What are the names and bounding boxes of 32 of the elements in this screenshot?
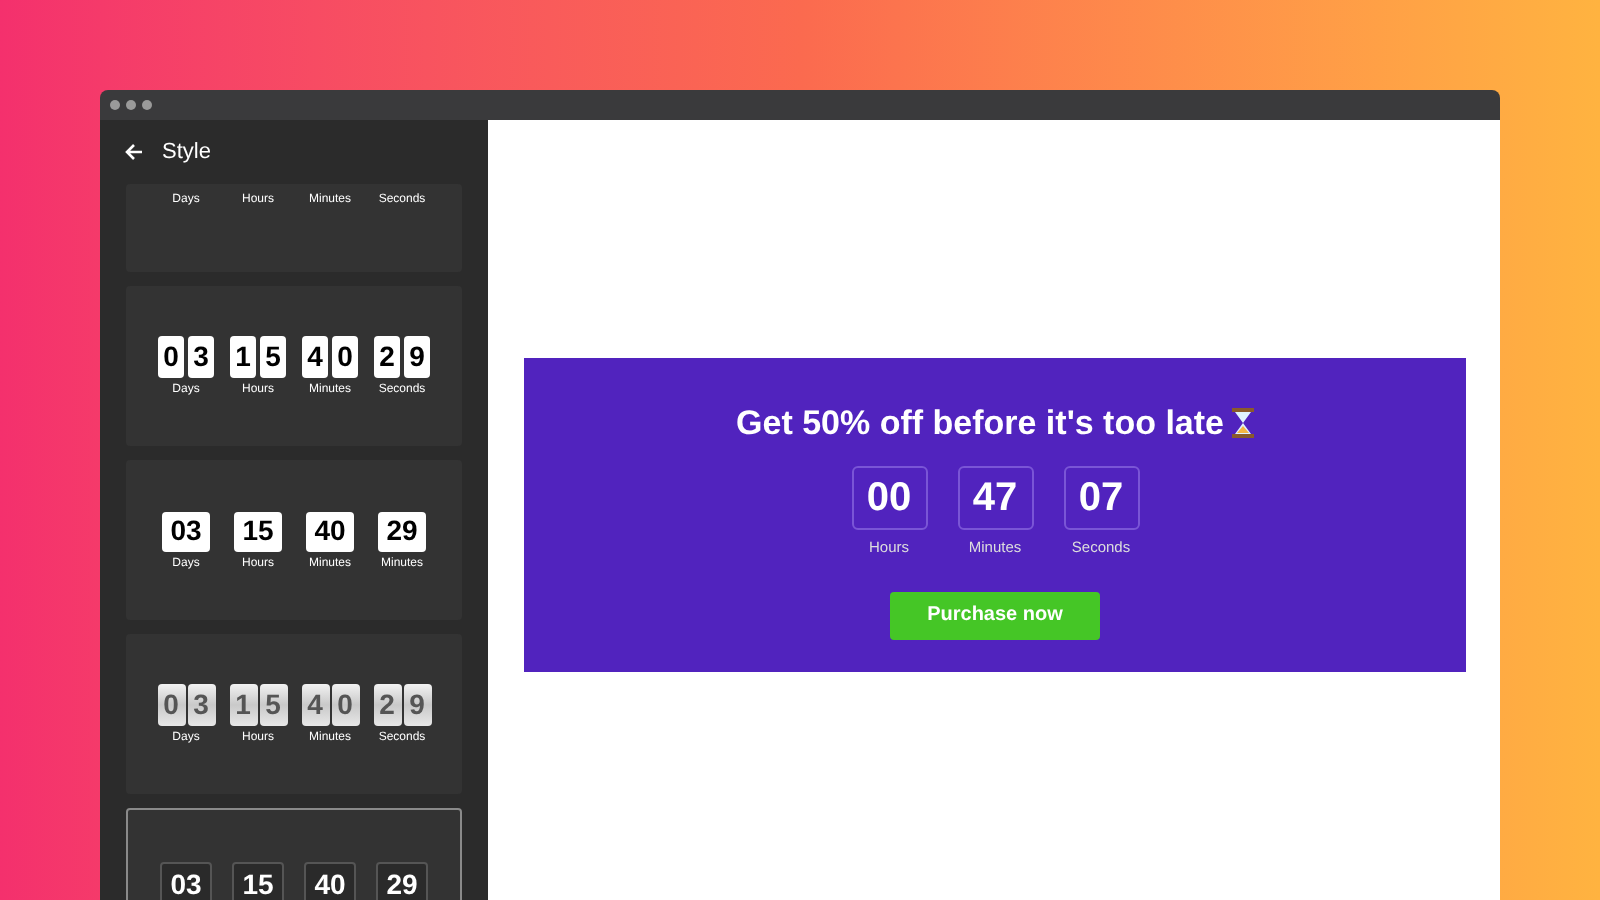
flip-digit: 4 xyxy=(301,684,329,726)
digit-tile: 03 xyxy=(160,862,212,900)
countdown-value: 47 xyxy=(957,465,1033,529)
flip-digit: 3 xyxy=(187,684,215,726)
digit-tile: 03 xyxy=(162,511,210,551)
digit-tile: 15 xyxy=(232,862,284,900)
flip-digit: 2 xyxy=(373,684,401,726)
digit-tile: 15 xyxy=(234,511,282,551)
digit-tile: 9 xyxy=(404,336,430,378)
flip-digit: 0 xyxy=(157,684,185,726)
digit-tile: 0 xyxy=(158,336,184,378)
flip-digit: 0 xyxy=(331,684,359,726)
style-option[interactable]: 03 15 40 29 xyxy=(126,808,462,900)
sidebar-title: Style xyxy=(162,137,211,168)
flip-digit: 9 xyxy=(403,684,431,726)
digit-tile: 2 xyxy=(374,336,400,378)
back-arrow-icon[interactable] xyxy=(124,142,144,162)
digit-tile: 29 xyxy=(378,511,426,551)
digit-tile: 0 xyxy=(332,336,358,378)
digit-tile: 3 xyxy=(188,336,214,378)
flip-digit: 1 xyxy=(229,684,257,726)
hourglass-icon xyxy=(1231,408,1254,439)
digit-tile: 40 xyxy=(304,862,356,900)
digit-tile: 29 xyxy=(376,862,428,900)
countdown-value: 07 xyxy=(1063,465,1139,529)
digit-tile: 5 xyxy=(260,336,286,378)
countdown-value: 00 xyxy=(851,465,927,529)
flip-digit: 5 xyxy=(259,684,287,726)
digit-tile: 40 xyxy=(306,511,354,551)
digit-tile: 1 xyxy=(230,336,256,378)
banner-headline: Get 50% off before it's too late xyxy=(736,402,1224,446)
digit-tile: 4 xyxy=(302,336,328,378)
